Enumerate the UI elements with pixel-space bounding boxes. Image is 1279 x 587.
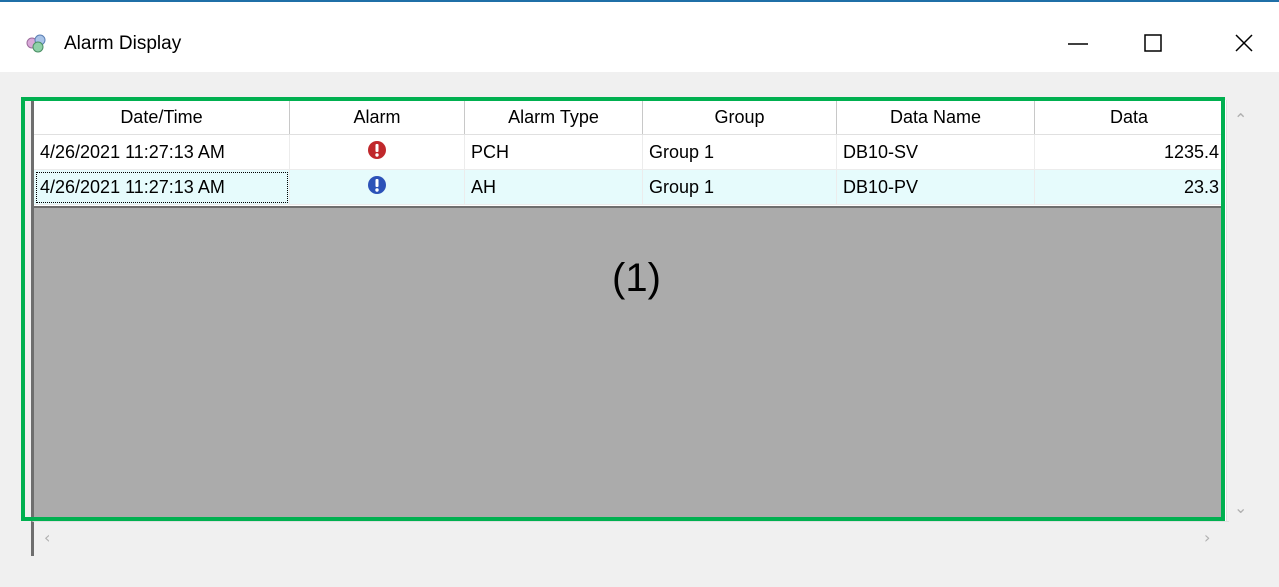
- scroll-up-icon[interactable]: ⌃: [1234, 110, 1247, 129]
- alarm-rows: 4/26/2021 11:27:13 AM PCH Group 1 DB10-S…: [34, 135, 1224, 205]
- data-name-cell: DB10-SV: [837, 135, 1035, 170]
- scroll-left-icon[interactable]: ‹: [44, 528, 50, 547]
- title-bar[interactable]: Alarm Display: [0, 2, 1279, 72]
- alarm-display-app-icon: [25, 34, 51, 54]
- group-cell: Group 1: [643, 135, 837, 170]
- alarm-cell: [290, 170, 465, 205]
- group-cell: Group 1: [643, 170, 837, 205]
- column-header-data-name[interactable]: Data Name: [837, 100, 1035, 134]
- alarm-type-cell: PCH: [465, 135, 643, 170]
- column-header-group[interactable]: Group: [643, 100, 837, 134]
- vertical-scrollbar[interactable]: ⌃ ⌄: [1226, 100, 1255, 538]
- minimize-icon: [1068, 33, 1088, 53]
- data-name-cell: DB10-PV: [837, 170, 1035, 205]
- data-cell: 23.3: [1035, 170, 1224, 205]
- close-button[interactable]: [1219, 20, 1269, 66]
- column-header-datetime[interactable]: Date/Time: [34, 100, 290, 134]
- callout-label: (1): [612, 256, 661, 300]
- data-cell: 1235.4: [1035, 135, 1224, 170]
- datetime-cell: 4/26/2021 11:27:13 AM: [34, 135, 290, 170]
- alarm-list-view[interactable]: Date/Time Alarm Alarm Type Group Data Na…: [31, 100, 1227, 542]
- maximize-icon: [1144, 34, 1162, 52]
- window-title: Alarm Display: [64, 33, 182, 54]
- alarm-cell: [290, 135, 465, 170]
- minimize-button[interactable]: [1053, 20, 1103, 66]
- scroll-right-icon[interactable]: ›: [1204, 528, 1210, 547]
- table-row[interactable]: 4/26/2021 11:27:13 AM AH Group 1 DB10-PV…: [34, 170, 1224, 205]
- red-exclamation-icon: [367, 140, 387, 165]
- column-header-alarm-type[interactable]: Alarm Type: [465, 100, 643, 134]
- table-row[interactable]: 4/26/2021 11:27:13 AM PCH Group 1 DB10-S…: [34, 135, 1224, 170]
- alarm-type-cell: AH: [465, 170, 643, 205]
- blue-exclamation-icon: [367, 175, 387, 200]
- column-header-data[interactable]: Data: [1035, 100, 1224, 134]
- close-icon: [1235, 34, 1253, 52]
- list-header: Date/Time Alarm Alarm Type Group Data Na…: [34, 100, 1224, 135]
- maximize-button[interactable]: [1128, 20, 1178, 66]
- horizontal-scrollbar[interactable]: ‹ ›: [31, 521, 1229, 556]
- column-header-alarm[interactable]: Alarm: [290, 100, 465, 134]
- scroll-down-icon[interactable]: ⌄: [1234, 498, 1247, 517]
- datetime-cell: 4/26/2021 11:27:13 AM: [34, 170, 290, 205]
